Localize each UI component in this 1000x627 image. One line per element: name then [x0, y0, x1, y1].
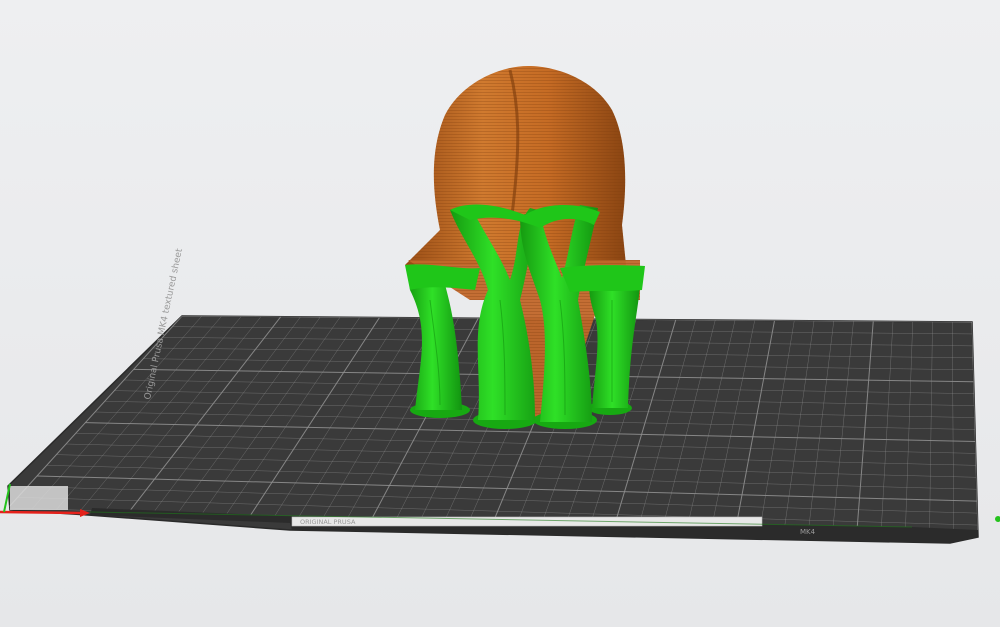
front-strip-label: ORIGINAL PRUSA [300, 518, 356, 526]
bed-corner-patch [10, 486, 68, 510]
3d-viewport[interactable]: ORIGINAL PRUSA MK4 Original Prusa MK4 te… [0, 0, 1000, 627]
front-strip-label-right: MK4 [800, 528, 816, 536]
scene-canvas[interactable]: ORIGINAL PRUSA MK4 Original Prusa MK4 te… [0, 0, 1000, 627]
x-axis [0, 510, 81, 515]
support-canopy [560, 265, 645, 292]
y-axis-marker-icon [995, 516, 1000, 522]
